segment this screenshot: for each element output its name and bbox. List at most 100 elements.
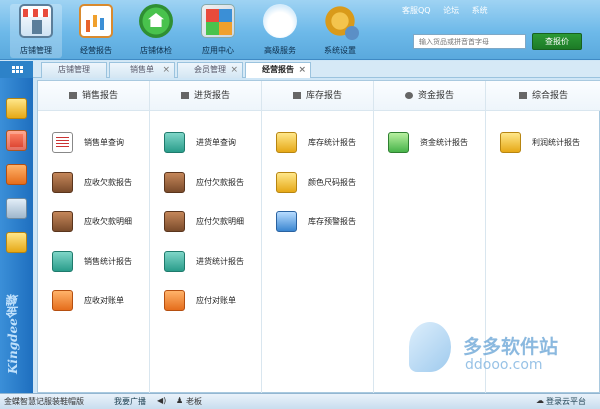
report-link-purchase-order-query[interactable]: 进货单查询 <box>164 132 262 154</box>
toolbar-app-center-button[interactable]: 应用中心 <box>192 4 244 58</box>
tab-bar: 店铺管理 销售单 × 会员管理 × 经营报告 × <box>33 61 600 78</box>
column-header: 综合报告 <box>486 81 600 111</box>
user-icon: ♟ <box>176 396 184 405</box>
report-link-label: 进货统计报告 <box>196 257 244 266</box>
product-name: 金蝶智慧记服装鞋帽版 <box>4 397 84 406</box>
statistics-icon <box>52 251 73 272</box>
warning-icon <box>276 211 297 232</box>
app-center-icon <box>201 4 235 38</box>
toolbar-advanced-service-button[interactable]: 高级服务 <box>254 4 306 58</box>
close-icon[interactable]: × <box>298 63 306 77</box>
status-bar: 金蝶智慧记服装鞋帽版 我要广播 ◀) ♟ 老板 ☁ 登录云平台 <box>0 393 600 409</box>
tab-business-report[interactable]: 经营报告 × <box>245 62 311 78</box>
column-title: 资金报告 <box>417 91 454 101</box>
tab-label: 会员管理 <box>194 65 226 74</box>
report-link-purchase-statistics[interactable]: 进货统计报告 <box>164 251 262 273</box>
calendar-icon[interactable] <box>6 164 27 185</box>
column-title: 进货报告 <box>193 91 230 101</box>
statement-icon <box>164 290 185 311</box>
tab-label: 销售单 <box>130 65 154 74</box>
report-link-receivable-report[interactable]: 应收欠款报告 <box>52 172 150 194</box>
product-search-input[interactable] <box>413 34 526 49</box>
color-size-icon <box>276 172 297 193</box>
report-link-receivable-detail[interactable]: 应收欠款明细 <box>52 211 150 233</box>
report-link-label: 应付欠款报告 <box>196 178 244 187</box>
tab-label: 店铺管理 <box>58 65 90 74</box>
ledger-icon <box>52 211 73 232</box>
watermark-title: 多多软件站 <box>463 336 559 358</box>
close-icon[interactable]: × <box>162 63 170 77</box>
ledger-icon <box>164 172 185 193</box>
report-link-payable-detail[interactable]: 应付欠款明细 <box>164 211 262 233</box>
report-link-label: 销售单查询 <box>84 138 124 147</box>
report-link-payable-statement[interactable]: 应付对账单 <box>164 290 262 312</box>
warehouse-icon <box>292 92 301 99</box>
profit-icon <box>500 132 521 153</box>
report-link-payable-report[interactable]: 应付欠款报告 <box>164 172 262 194</box>
notebook-icon[interactable] <box>6 130 27 151</box>
statistics-icon <box>164 251 185 272</box>
toolbar-settings-label: 系统设置 <box>324 46 356 55</box>
health-check-icon <box>139 4 173 38</box>
report-link-label: 资金统计报告 <box>420 138 468 147</box>
inventory-icon <box>276 132 297 153</box>
forum-link[interactable]: 论坛 <box>443 6 459 15</box>
statement-icon <box>52 290 73 311</box>
tab-sales-order[interactable]: 销售单 × <box>109 62 175 78</box>
camera-icon[interactable] <box>6 198 27 219</box>
system-menu-link[interactable]: 系统 <box>472 6 488 15</box>
toolbar-health-check-button[interactable]: 店铺体检 <box>130 4 182 58</box>
customer-service-link[interactable]: 客服QQ <box>402 6 431 15</box>
report-link-profit-statistics[interactable]: 利润统计报告 <box>500 132 598 154</box>
grid-icon <box>518 92 527 99</box>
report-link-label: 库存预警报告 <box>308 217 356 226</box>
report-link-label: 颜色尺码报告 <box>308 178 356 187</box>
sales-report-column: 销售报告 销售单查询 应收欠款报告 应收欠款明细 销售统计报告 应收对账单 <box>38 81 150 394</box>
watermark-subtitle: ddooo.com <box>465 357 543 373</box>
close-icon[interactable]: × <box>230 63 238 77</box>
tab-shop-management[interactable]: 店铺管理 <box>41 62 107 78</box>
report-link-color-size[interactable]: 颜色尺码报告 <box>276 172 374 194</box>
check-price-button[interactable]: 查报价 <box>532 33 582 50</box>
toolbar-shop-button[interactable]: 店铺管理 <box>10 4 62 58</box>
shop-icon <box>19 4 53 38</box>
left-rail: Kingdee金蝶 <box>0 78 33 393</box>
current-user: 老板 <box>186 397 202 406</box>
report-link-sales-statistics[interactable]: 销售统计报告 <box>52 251 150 273</box>
column-header: 资金报告 <box>374 81 485 111</box>
report-link-label: 应收欠款报告 <box>84 178 132 187</box>
report-link-inventory-statistics[interactable]: 库存统计报告 <box>276 132 374 154</box>
cloud-icon: ☁ <box>536 396 544 405</box>
report-link-receivable-statement[interactable]: 应收对账单 <box>52 290 150 312</box>
wallet-icon[interactable] <box>6 232 27 253</box>
ledger-icon <box>52 172 73 193</box>
site-watermark: 多多软件站 ddooo.com <box>405 322 595 377</box>
grid-menu-icon[interactable] <box>0 61 33 78</box>
speaker-icon[interactable]: ◀) <box>157 396 166 405</box>
report-link-label: 进货单查询 <box>196 138 236 147</box>
toolbar-shop-label: 店铺管理 <box>20 46 52 55</box>
coins-icon[interactable] <box>6 98 27 119</box>
toolbar-app-center-label: 应用中心 <box>202 46 234 55</box>
login-cloud-link[interactable]: 登录云平台 <box>546 396 586 407</box>
cloud-service-icon <box>263 4 297 38</box>
toolbar-report-button[interactable]: 经营报告 <box>70 4 122 58</box>
report-link-inventory-warning[interactable]: 库存预警报告 <box>276 211 374 233</box>
toolbar-settings-button[interactable]: 系统设置 <box>314 4 366 58</box>
settings-gear-icon <box>323 4 359 40</box>
kingdee-logo: Kingdee金蝶 <box>6 294 20 374</box>
bar-chart-icon <box>68 92 77 99</box>
report-link-label: 销售统计报告 <box>84 257 132 266</box>
tab-member-management[interactable]: 会员管理 × <box>177 62 243 78</box>
report-link-label: 利润统计报告 <box>532 138 580 147</box>
broadcast-link[interactable]: 我要广播 <box>114 396 146 407</box>
toolbar-advanced-service-label: 高级服务 <box>264 46 296 55</box>
column-title: 库存报告 <box>305 91 342 101</box>
main-toolbar: 店铺管理 经营报告 店铺体检 应用中心 高级服务 系统设置 客服QQ 论坛 系统… <box>0 0 600 60</box>
report-link-sales-order-query[interactable]: 销售单查询 <box>52 132 150 154</box>
inventory-report-column: 库存报告 库存统计报告 颜色尺码报告 库存预警报告 <box>262 81 374 394</box>
report-chart-icon <box>79 4 113 38</box>
toolbar-health-check-label: 店铺体检 <box>140 46 172 55</box>
report-link-funds-statistics[interactable]: 资金统计报告 <box>388 132 486 154</box>
column-header: 库存报告 <box>262 81 373 111</box>
